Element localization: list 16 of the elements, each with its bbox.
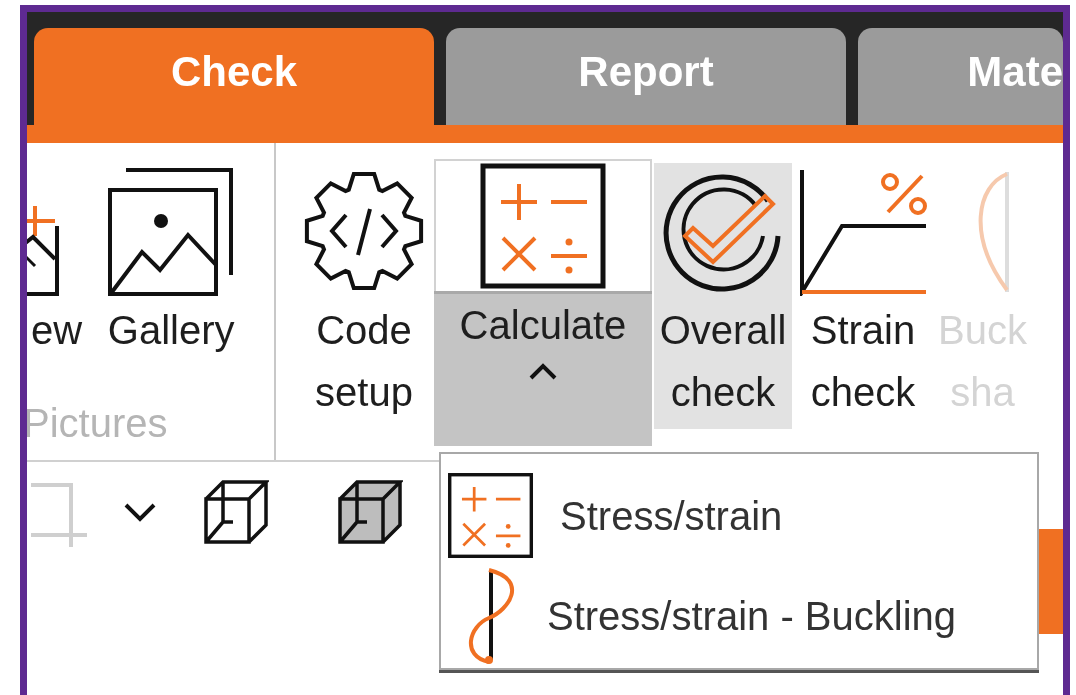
shaded-cube-icon[interactable]: [337, 479, 403, 545]
calculator-icon: [447, 472, 535, 560]
caret-up-icon: [528, 362, 558, 380]
overall-button[interactable]: Overall check: [654, 163, 792, 429]
menu-item[interactable]: Stress/strain: [447, 466, 1037, 566]
strain-button[interactable]: Strain check: [794, 163, 932, 429]
calculate-dropdown-button[interactable]: Calculate: [434, 291, 652, 446]
gallery-button[interactable]: Gallery: [102, 163, 241, 367]
code-button[interactable]: Code setup: [296, 163, 432, 429]
wireframe-cube-icon[interactable]: [203, 479, 269, 545]
calculator-icon: [479, 162, 607, 290]
view-button[interactable]: ew: [27, 163, 87, 367]
calculate-button[interactable]: [434, 159, 652, 291]
caret-down-icon[interactable]: [123, 502, 157, 522]
group-label: Pictures: [27, 401, 169, 446]
menu-item[interactable]: Stress/strain - Buckling: [447, 566, 1037, 666]
